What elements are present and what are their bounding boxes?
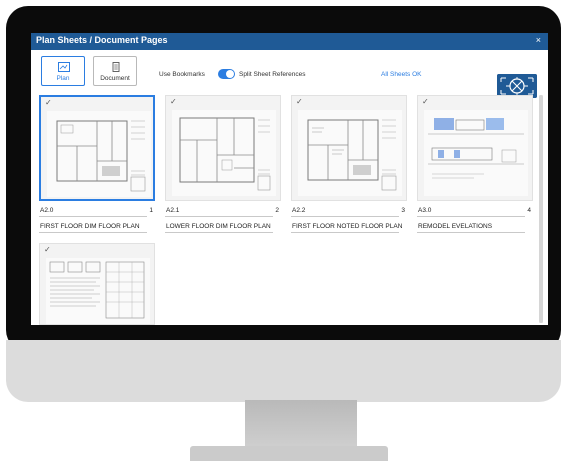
plan-label: Plan xyxy=(56,75,70,82)
sheet-number: A2.2 xyxy=(292,207,306,214)
floor-plan-drawing xyxy=(172,110,276,196)
floor-plan-drawing xyxy=(47,111,151,197)
sheet-number: A2.0 xyxy=(40,207,54,214)
check-icon[interactable]: ✓ xyxy=(296,97,303,106)
sheets-status: All Sheets OK xyxy=(381,71,422,78)
close-icon[interactable]: × xyxy=(536,35,541,45)
window-titlebar: Plan Sheets / Document Pages × xyxy=(31,33,548,50)
app-window: Plan Sheets / Document Pages × Plan Docu… xyxy=(31,33,548,325)
plan-view-button[interactable]: Plan xyxy=(41,56,85,86)
sheet-card[interactable]: ✓ A3.0 4 REMODEL EVELATIONS xyxy=(417,95,533,235)
sheet-card[interactable]: ✓ A2.1 2 LOWER FLOOR DIM FLOOR PLAN xyxy=(165,95,281,235)
check-icon[interactable]: ✓ xyxy=(422,97,429,106)
sheet-number: A2.1 xyxy=(166,207,180,214)
sheet-thumbnail[interactable]: ✓ xyxy=(165,95,281,201)
check-icon[interactable]: ✓ xyxy=(45,98,52,107)
divider xyxy=(39,216,147,217)
document-icon xyxy=(112,62,120,72)
page-number: 1 xyxy=(149,207,153,214)
sheet-number: A3.0 xyxy=(418,207,432,214)
sheet-title: REMODEL EVELATIONS xyxy=(418,223,493,230)
window-title: Plan Sheets / Document Pages xyxy=(36,35,168,45)
split-sheet-toggle[interactable] xyxy=(218,69,235,79)
vertical-scrollbar[interactable] xyxy=(539,95,543,323)
divider xyxy=(291,216,399,217)
monitor-stand-neck xyxy=(245,400,357,448)
sheet-grid: ✓ A2.0 1 FIRST FLOOR DIM FLOOR PLAN ✓ A2… xyxy=(39,95,539,325)
sheet-thumbnail[interactable]: ✓ xyxy=(39,243,155,325)
sheet-thumbnail[interactable]: ✓ xyxy=(39,95,155,201)
sheet-title: FIRST FLOOR DIM FLOOR PLAN xyxy=(40,223,140,230)
page-number: 3 xyxy=(401,207,405,214)
document-page-drawing xyxy=(46,258,150,324)
divider xyxy=(417,232,525,233)
toolbar: Plan Document Use Bookmarks Split Sheet … xyxy=(31,50,548,98)
page-number: 4 xyxy=(527,207,531,214)
sheet-thumbnail[interactable]: ✓ xyxy=(417,95,533,201)
plan-icon xyxy=(58,62,70,72)
sheet-thumbnail[interactable]: ✓ xyxy=(291,95,407,201)
toggle-knob xyxy=(226,70,234,78)
document-label: Document xyxy=(100,75,130,82)
check-icon[interactable]: ✓ xyxy=(44,245,51,254)
check-icon[interactable]: ✓ xyxy=(170,97,177,106)
divider xyxy=(291,232,399,233)
scrollbar-thumb[interactable] xyxy=(539,95,543,323)
split-sheet-label: Split Sheet References xyxy=(239,71,306,78)
monitor-chin xyxy=(6,340,561,402)
sheet-card[interactable]: ✓ A2.0 1 FIRST FLOOR DIM FLOOR PLAN xyxy=(39,95,155,235)
floor-plan-drawing xyxy=(298,110,402,196)
page-number: 2 xyxy=(275,207,279,214)
sheet-title: FIRST FLOOR NOTED FLOOR PLAN xyxy=(292,223,403,230)
divider xyxy=(165,216,273,217)
sheet-title: LOWER FLOOR DIM FLOOR PLAN xyxy=(166,223,271,230)
sheet-card[interactable]: ✓ A2.2 3 FIRST FLOOR NOTED FLOOR PLAN xyxy=(291,95,407,235)
divider xyxy=(39,232,147,233)
divider xyxy=(165,232,273,233)
monitor-stand-foot xyxy=(190,446,388,461)
sheet-card[interactable]: ✓ xyxy=(39,243,155,325)
document-view-button[interactable]: Document xyxy=(93,56,137,86)
use-bookmarks-label[interactable]: Use Bookmarks xyxy=(159,71,205,78)
divider xyxy=(417,216,525,217)
elevation-drawing xyxy=(424,110,528,196)
